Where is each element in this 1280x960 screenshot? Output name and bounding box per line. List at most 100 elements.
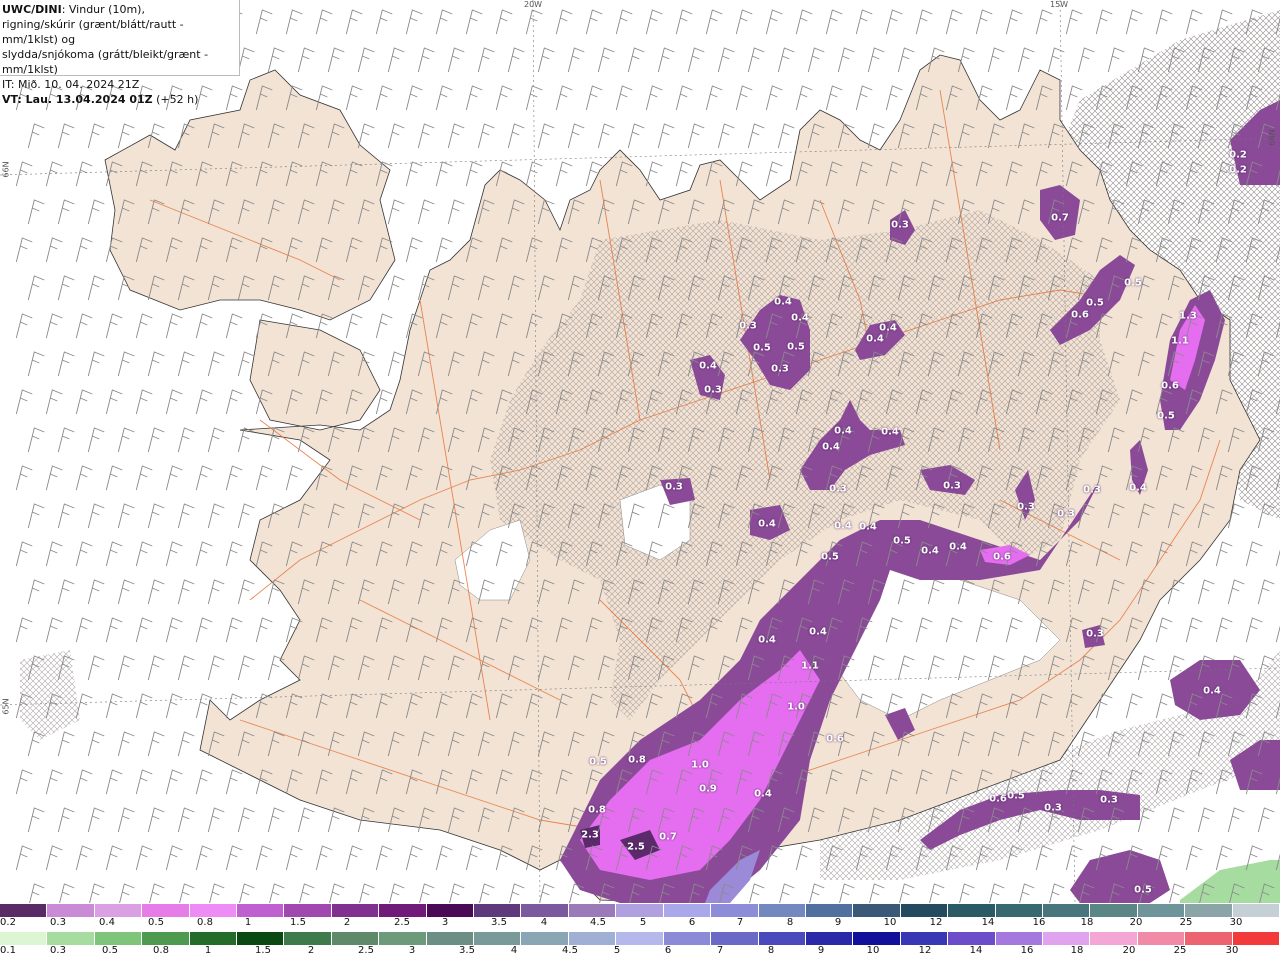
legend-tick-label: 2.5 bbox=[394, 917, 410, 928]
precip-value-label: 0.3 bbox=[771, 363, 789, 375]
precip-value-label: 1.3 bbox=[1179, 310, 1197, 322]
legend-swatch bbox=[189, 904, 238, 917]
legend-swatch bbox=[189, 932, 238, 945]
precip-value-label: 0.5 bbox=[821, 551, 839, 563]
legend-swatch bbox=[1042, 904, 1091, 917]
legend-swatch bbox=[237, 932, 285, 945]
legend-swatch bbox=[1185, 932, 1233, 945]
precip-value-label: 0.7 bbox=[659, 831, 677, 843]
legend-tick-label: 0.5 bbox=[102, 945, 118, 956]
rain-description: rigning/skúrir (grænt/blátt/rautt - mm/1… bbox=[2, 18, 184, 46]
issue-time: IT: Mið. 10. 04. 2024 21Z bbox=[2, 78, 140, 91]
legend-tick-label: 7 bbox=[736, 917, 744, 928]
precip-value-label: 0.3 bbox=[1017, 501, 1035, 513]
legend-swatch bbox=[379, 904, 427, 917]
legend-swatch bbox=[474, 904, 522, 917]
precip-value-label: 0.3 bbox=[739, 320, 757, 332]
legend-tick-label: 1.5 bbox=[255, 945, 271, 956]
legend-swatch bbox=[426, 904, 475, 917]
precip-value-label: 0.5 bbox=[1007, 790, 1025, 802]
precip-value-label: 0.4 bbox=[774, 296, 792, 308]
precip-value-label: 0.3 bbox=[1044, 802, 1062, 814]
precip-value-label: 0.5 bbox=[1124, 277, 1142, 289]
lat-label-66n-right: 66N bbox=[1267, 129, 1277, 146]
legend-tick-label: 25 bbox=[1179, 917, 1193, 928]
legend-tick-label: 2.5 bbox=[358, 945, 374, 956]
precip-value-label: 0.3 bbox=[1083, 484, 1101, 496]
legend-tick-label: 0.3 bbox=[50, 945, 66, 956]
legend-swatch bbox=[1090, 904, 1138, 917]
legend-swatch bbox=[426, 932, 475, 945]
rain-legend-bar bbox=[0, 932, 1280, 945]
legend-swatch bbox=[0, 904, 48, 917]
precip-value-label: 0.3 bbox=[1086, 628, 1104, 640]
precip-value-label: 0.6 bbox=[989, 793, 1007, 805]
precip-value-label: 0.3 bbox=[1057, 508, 1075, 520]
legend-swatch bbox=[568, 904, 617, 917]
title-line: UWC/DINI: Vindur (10m), bbox=[2, 2, 239, 17]
legend-tick-label: 18 bbox=[1070, 945, 1084, 956]
precip-value-label: 0.4 bbox=[921, 545, 939, 557]
precip-value-label: 0.3 bbox=[891, 219, 909, 231]
precip-value-label: 0.3 bbox=[665, 481, 683, 493]
legend-tick-label: 0.3 bbox=[50, 917, 66, 928]
valid-time-line: VT: Lau. 13.04.2024 01Z (+52 h) bbox=[2, 92, 239, 107]
legend-tick-label: 18 bbox=[1080, 917, 1094, 928]
lon-label-20w: 20W bbox=[524, 0, 543, 9]
lon-label-15w: 15W bbox=[1050, 0, 1069, 9]
legend-tick-label: 3.5 bbox=[459, 945, 475, 956]
legend-swatch bbox=[0, 932, 48, 945]
legend-tick-label: 8 bbox=[786, 917, 794, 928]
legend-tick-label: 20 bbox=[1129, 917, 1143, 928]
legend-tick-label: 5 bbox=[613, 945, 621, 956]
precip-value-label: 0.4 bbox=[1203, 685, 1221, 697]
legend-tick-label: 9 bbox=[834, 917, 842, 928]
legend-tick-label: 10 bbox=[883, 917, 897, 928]
precip-value-label: 0.4 bbox=[809, 626, 827, 638]
lat-label-65n: 65N bbox=[1, 698, 11, 715]
precip-value-label: 0.5 bbox=[787, 341, 805, 353]
legend-tick-label: 1.5 bbox=[290, 917, 306, 928]
legend-swatch bbox=[948, 932, 996, 945]
rain-legend-ticks: 0.1 0.3 0.5 0.8 1 1.5 2 2.5 3 3.5 4 4.5 5 6 7 8 9 10 12 14 1… bbox=[0, 945, 1280, 959]
legend-swatch bbox=[474, 932, 522, 945]
legend-swatch bbox=[711, 932, 759, 945]
title-rest: : Vindur (10m), bbox=[61, 3, 145, 16]
precip-value-label: 1.0 bbox=[691, 759, 709, 771]
precip-value-label: 0.4 bbox=[881, 426, 899, 438]
legend-tick-label: 4 bbox=[510, 945, 518, 956]
legend-tick-label: 9 bbox=[817, 945, 825, 956]
legend-tick-label: 16 bbox=[1032, 917, 1046, 928]
legend-swatch bbox=[521, 932, 569, 945]
legend-tick-label: 4 bbox=[540, 917, 548, 928]
legend-swatch bbox=[711, 904, 759, 917]
precip-value-label: 0.4 bbox=[791, 312, 809, 324]
legend-swatch bbox=[568, 932, 617, 945]
legend-tick-label: 0.1 bbox=[0, 945, 16, 956]
precip-value-label: 0.4 bbox=[754, 788, 772, 800]
precip-value-label: 0.6 bbox=[1161, 380, 1179, 392]
legend-tick-label: 4.5 bbox=[562, 945, 578, 956]
precip-value-label: 0.4 bbox=[879, 322, 897, 334]
rain-color-legend: 0.1 0.3 0.5 0.8 1 1.5 2 2.5 3 3.5 4 4.5 5 6 7 8 9 10 12 14 1… bbox=[0, 932, 1280, 960]
legend-tick-label: 0.5 bbox=[148, 917, 164, 928]
legend-tick-label: 4.5 bbox=[590, 917, 606, 928]
legend-tick-label: 0.2 bbox=[0, 917, 16, 928]
precip-value-label: 0.4 bbox=[834, 520, 852, 532]
valid-time: VT: Lau. 13.04.2024 01Z bbox=[2, 93, 153, 106]
legend-swatch bbox=[94, 904, 143, 917]
precip-value-label: 0.8 bbox=[588, 804, 606, 816]
legend-swatch bbox=[663, 932, 712, 945]
legend-swatch bbox=[853, 932, 901, 945]
legend-swatch bbox=[142, 932, 190, 945]
weather-map bbox=[0, 0, 1280, 903]
legend-swatch bbox=[331, 904, 380, 917]
legend-swatch bbox=[142, 904, 190, 917]
precip-value-label: 0.4 bbox=[758, 518, 776, 530]
legend-swatch bbox=[1137, 904, 1186, 917]
precip-value-label: 0.6 bbox=[826, 733, 844, 745]
precip-value-label: 0.9 bbox=[699, 783, 717, 795]
legend-tick-label: 16 bbox=[1020, 945, 1034, 956]
legend-swatch bbox=[758, 932, 806, 945]
legend-swatch bbox=[995, 932, 1043, 945]
